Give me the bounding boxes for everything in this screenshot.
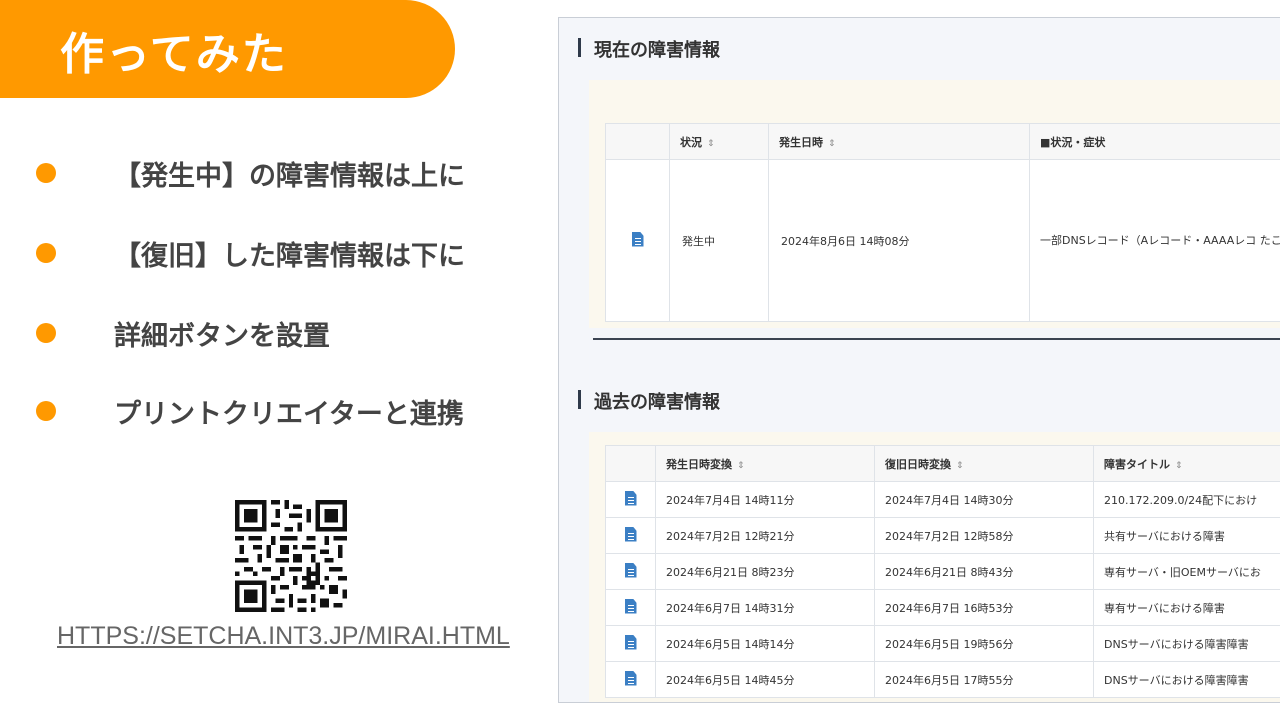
table-row[interactable]: 2024年7月2日 12時21分 2024年7月2日 12時58分 共有サーバに… bbox=[605, 517, 1280, 554]
document-icon[interactable] bbox=[624, 598, 637, 614]
description-cell: 一部DNSレコード（Aレコード・AAAAレコ たことにより、 以下サービスがご利… bbox=[1029, 159, 1280, 322]
header-recovery-datetime[interactable]: 復旧日時変換 ⇕ bbox=[874, 445, 1094, 482]
bullet-item: 詳細ボタンを設置 bbox=[36, 310, 556, 352]
incident-title-cell: 210.172.209.0/24配下におけ bbox=[1093, 481, 1280, 518]
recovery-datetime-cell: 2024年7月4日 14時30分 bbox=[874, 481, 1094, 518]
header-symptoms: ■状況・症状 bbox=[1029, 123, 1280, 160]
start-datetime-cell: 2024年6月21日 8時23分 bbox=[655, 553, 875, 590]
detail-cell[interactable] bbox=[605, 625, 656, 662]
bullet-dot-icon bbox=[36, 243, 56, 263]
detail-cell[interactable] bbox=[605, 553, 656, 590]
slide-title: 作ってみた bbox=[60, 29, 288, 80]
start-datetime-cell: 2024年6月7日 14時31分 bbox=[655, 589, 875, 626]
section-divider bbox=[593, 338, 1280, 340]
qr-code-icon[interactable] bbox=[235, 500, 347, 612]
table-row[interactable]: 2024年6月5日 14時14分 2024年6月5日 19時56分 DNSサーバ… bbox=[605, 625, 1280, 662]
incident-title-cell: DNSサーバにおける障害障害 bbox=[1093, 625, 1280, 662]
bullet-item: 【復旧】した障害情報は下に bbox=[36, 230, 556, 272]
incident-title-cell: 専有サーバ・旧OEMサーバにお bbox=[1093, 553, 1280, 590]
bullet-dot-icon bbox=[36, 401, 56, 421]
bullet-text: 詳細ボタンを設置 bbox=[114, 321, 330, 352]
sort-icon[interactable]: ⇕ bbox=[707, 139, 715, 149]
header-icon-column bbox=[605, 445, 656, 482]
past-incidents-table: 発生日時変換 ⇕ 復旧日時変換 ⇕ 障害タイトル ⇕ 2024年7月4日 14時11分… bbox=[605, 445, 1280, 698]
sort-icon[interactable]: ⇕ bbox=[737, 461, 745, 471]
document-icon[interactable] bbox=[624, 490, 637, 506]
table-row[interactable]: 2024年6月7日 14時31分 2024年6月7日 16時53分 専有サーバに… bbox=[605, 589, 1280, 626]
start-datetime-cell: 2024年6月5日 14時14分 bbox=[655, 625, 875, 662]
detail-cell[interactable] bbox=[605, 481, 656, 518]
table-header-row: 状況 ⇕ 発生日時 ⇕ ■状況・症状 bbox=[605, 123, 1280, 160]
heading-bar bbox=[578, 38, 581, 57]
start-datetime-cell: 2024年6月5日 14時45分 bbox=[655, 661, 875, 698]
bullet-dot-icon bbox=[36, 323, 56, 343]
current-incidents-table: 状況 ⇕ 発生日時 ⇕ ■状況・症状 発生中 2024年8月6日 14時08分 一部… bbox=[605, 123, 1280, 322]
bullet-text: 【発生中】の障害情報は上に bbox=[114, 161, 465, 192]
incident-title-cell: 専有サーバにおける障害 bbox=[1093, 589, 1280, 626]
detail-cell[interactable] bbox=[605, 661, 656, 698]
title-banner: 作ってみた bbox=[0, 0, 455, 98]
status-cell: 発生中 bbox=[669, 159, 769, 322]
document-icon[interactable] bbox=[631, 231, 644, 247]
incident-title-cell: 共有サーバにおける障害 bbox=[1093, 517, 1280, 554]
table-row[interactable]: 2024年7月4日 14時11分 2024年7月4日 14時30分 210.17… bbox=[605, 481, 1280, 518]
header-icon-column bbox=[605, 123, 670, 160]
status-page-screenshot: 現在の障害情報 状況 ⇕ 発生日時 ⇕ ■状況・症状 発生中 2024年8月6日 1… bbox=[558, 17, 1280, 703]
past-incidents-title-text: 過去の障害情報 bbox=[594, 392, 720, 413]
header-incident-title[interactable]: 障害タイトル ⇕ bbox=[1093, 445, 1280, 482]
datetime-cell: 2024年8月6日 14時08分 bbox=[768, 159, 1030, 322]
recovery-datetime-cell: 2024年7月2日 12時58分 bbox=[874, 517, 1094, 554]
document-icon[interactable] bbox=[624, 634, 637, 650]
document-icon[interactable] bbox=[624, 562, 637, 578]
start-datetime-cell: 2024年7月4日 14時11分 bbox=[655, 481, 875, 518]
header-datetime[interactable]: 発生日時 ⇕ bbox=[768, 123, 1030, 160]
document-icon[interactable] bbox=[624, 670, 637, 686]
table-row[interactable]: 2024年6月21日 8時23分 2024年6月21日 8時43分 専有サーバ・… bbox=[605, 553, 1280, 590]
detail-cell[interactable] bbox=[605, 517, 656, 554]
table-row[interactable]: 2024年6月5日 14時45分 2024年6月5日 17時55分 DNSサーバ… bbox=[605, 661, 1280, 698]
header-status[interactable]: 状況 ⇕ bbox=[669, 123, 769, 160]
recovery-datetime-cell: 2024年6月5日 17時55分 bbox=[874, 661, 1094, 698]
past-incidents-title: 過去の障害情報 bbox=[578, 388, 720, 414]
heading-bar bbox=[578, 390, 581, 409]
recovery-datetime-cell: 2024年6月7日 16時53分 bbox=[874, 589, 1094, 626]
header-start-datetime[interactable]: 発生日時変換 ⇕ bbox=[655, 445, 875, 482]
sort-icon[interactable]: ⇕ bbox=[1175, 461, 1183, 471]
sort-icon[interactable]: ⇕ bbox=[956, 461, 964, 471]
current-incidents-title: 現在の障害情報 bbox=[578, 36, 720, 62]
detail-cell[interactable] bbox=[605, 589, 656, 626]
recovery-datetime-cell: 2024年6月21日 8時43分 bbox=[874, 553, 1094, 590]
bullet-text: プリントクリエイターと連携 bbox=[114, 399, 464, 430]
table-row: 発生中 2024年8月6日 14時08分 一部DNSレコード（Aレコード・AAA… bbox=[605, 159, 1280, 322]
bullet-item: 【発生中】の障害情報は上に bbox=[36, 150, 556, 192]
document-icon[interactable] bbox=[624, 526, 637, 542]
qr-url-link[interactable]: HTTPS://SETCHA.INT3.JP/MIRAI.HTML bbox=[57, 622, 510, 651]
sort-icon[interactable]: ⇕ bbox=[828, 139, 836, 149]
bullet-item: プリントクリエイターと連携 bbox=[36, 388, 556, 430]
bullet-dot-icon bbox=[36, 163, 56, 183]
start-datetime-cell: 2024年7月2日 12時21分 bbox=[655, 517, 875, 554]
recovery-datetime-cell: 2024年6月5日 19時56分 bbox=[874, 625, 1094, 662]
table-header-row: 発生日時変換 ⇕ 復旧日時変換 ⇕ 障害タイトル ⇕ bbox=[605, 445, 1280, 482]
incident-title-cell: DNSサーバにおける障害障害 bbox=[1093, 661, 1280, 698]
detail-cell[interactable] bbox=[605, 159, 670, 322]
bullet-text: 【復旧】した障害情報は下に bbox=[114, 241, 465, 272]
current-incidents-title-text: 現在の障害情報 bbox=[594, 40, 720, 61]
